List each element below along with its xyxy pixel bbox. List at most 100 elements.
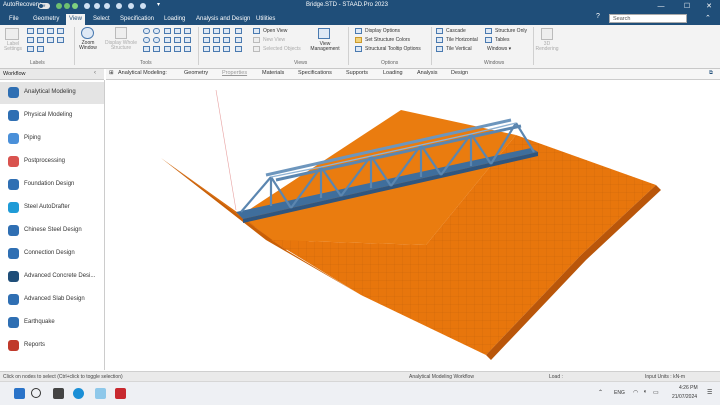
workflow-item-connection-design[interactable]: Connection Design	[0, 243, 104, 265]
node-label-icon[interactable]	[27, 28, 34, 34]
network-icon[interactable]: ◠	[633, 389, 638, 396]
tab-utilities[interactable]: Utilities	[253, 14, 278, 25]
quick-undo-icon[interactable]	[64, 3, 70, 9]
rotate-up-icon[interactable]	[203, 28, 210, 34]
view-top-icon[interactable]	[184, 28, 191, 34]
magnify-icon[interactable]	[153, 46, 160, 52]
plate-label-icon[interactable]	[47, 28, 54, 34]
notification-icon[interactable]: ☰	[707, 389, 712, 396]
quick-settings-icon[interactable]	[116, 3, 122, 9]
rotate-left-icon[interactable]	[223, 28, 230, 34]
view-from-plus-z-icon[interactable]	[235, 37, 242, 43]
redo-view-icon[interactable]	[223, 46, 230, 52]
quick-save-icon[interactable]	[56, 3, 62, 9]
tables-button[interactable]: Tables	[495, 37, 509, 43]
search-icon[interactable]	[31, 388, 41, 398]
zoom-previous-icon[interactable]	[153, 37, 160, 43]
task-view-icon[interactable]	[53, 388, 64, 399]
tab-analysis-page[interactable]: Analysis	[417, 70, 437, 76]
axis-label-icon[interactable]	[27, 37, 34, 43]
beam-label-icon[interactable]	[37, 28, 44, 34]
tab-file[interactable]: File	[6, 14, 22, 25]
workflow-item-chinese-steel-design[interactable]: Chinese Steel Design	[0, 220, 104, 242]
clock-time[interactable]: 4:26 PM	[679, 385, 698, 391]
quick-open-icon[interactable]	[94, 3, 100, 9]
rotate-right-icon[interactable]	[203, 37, 210, 43]
structural-tooltip-options-button[interactable]: Structural Tooltip Options	[365, 46, 421, 52]
tab-properties-page[interactable]: Properties	[222, 70, 247, 76]
view-back-icon[interactable]	[174, 28, 181, 34]
label-settings-button[interactable]: Label Settings	[3, 42, 23, 52]
tab-analysis-and-design[interactable]: Analysis and Design	[193, 14, 253, 25]
view-plan-icon[interactable]	[174, 46, 181, 52]
workflow-item-physical-modeling[interactable]: Physical Modeling	[0, 105, 104, 127]
customize-qa-icon[interactable]: ▾	[157, 1, 160, 8]
structure-only-button[interactable]: Structure Only	[495, 28, 527, 34]
spin-left-icon[interactable]	[213, 37, 220, 43]
workflow-item-earthquake[interactable]: Earthquake	[0, 312, 104, 334]
spin-right-icon[interactable]	[223, 37, 230, 43]
new-view-button[interactable]: New View	[263, 37, 285, 43]
status-units[interactable]: Input Units : kN-m	[645, 374, 685, 380]
workflow-collapse-icon[interactable]: ‹	[94, 70, 96, 76]
set-structure-colors-button[interactable]: Set Structure Colors	[365, 37, 410, 43]
view-front-icon[interactable]	[164, 28, 171, 34]
model-viewport[interactable]	[106, 80, 720, 370]
zoom-in-icon[interactable]	[143, 28, 150, 34]
cascade-button[interactable]: Cascade	[446, 28, 466, 34]
tile-horizontal-button[interactable]: Tile Horizontal	[446, 37, 478, 43]
minimize-button[interactable]: —	[654, 1, 668, 12]
open-view-button[interactable]: Open View	[263, 28, 287, 34]
tab-view[interactable]: View	[66, 14, 85, 25]
tab-specification[interactable]: Specification	[117, 14, 157, 25]
start-icon[interactable]	[14, 388, 25, 399]
selected-objects-button[interactable]: Selected Objects	[263, 46, 301, 52]
quick-new-icon[interactable]	[104, 3, 110, 9]
edge-icon[interactable]	[73, 388, 84, 399]
battery-icon[interactable]: ▭	[653, 389, 659, 396]
view-bottom-icon[interactable]	[164, 37, 171, 43]
section-label-icon[interactable]	[37, 37, 44, 43]
workflow-item-advanced-concrete-design[interactable]: Advanced Concrete Desi...	[0, 266, 104, 288]
load-label-icon[interactable]	[27, 46, 34, 52]
view-from-plus-x-icon[interactable]	[235, 46, 242, 52]
rotate-down-icon[interactable]	[213, 28, 220, 34]
workflow-item-advanced-slab-design[interactable]: Advanced Slab Design	[0, 289, 104, 311]
maximize-button[interactable]: ☐	[680, 1, 694, 12]
language-indicator[interactable]: ENG	[614, 390, 625, 396]
quick-print-icon[interactable]	[84, 3, 90, 9]
view-right-icon[interactable]	[184, 37, 191, 43]
workflow-item-postprocessing[interactable]: Postprocessing	[0, 151, 104, 173]
close-button[interactable]: ✕	[702, 1, 716, 12]
dimension-label-icon[interactable]	[37, 46, 44, 52]
zoom-out-icon[interactable]	[143, 37, 150, 43]
tab-materials-page[interactable]: Materials	[262, 70, 284, 76]
display-whole-structure-button[interactable]: Display Whole Structure	[102, 41, 140, 51]
pan-icon[interactable]	[143, 46, 150, 52]
view-left-icon[interactable]	[174, 37, 181, 43]
workflow-item-analytical-modeling[interactable]: Analytical Modeling	[0, 82, 104, 104]
tab-select[interactable]: Select	[90, 14, 113, 25]
workflow-item-reports[interactable]: Reports	[0, 335, 104, 357]
tab-specifications-page[interactable]: Specifications	[298, 70, 332, 76]
tile-vertical-button[interactable]: Tile Vertical	[446, 46, 472, 52]
zoom-window-button[interactable]: Zoom Window	[77, 41, 99, 51]
material-label-icon[interactable]	[47, 37, 54, 43]
view-elevation-icon[interactable]	[184, 46, 191, 52]
view-from-plus-y-icon[interactable]	[235, 28, 242, 34]
display-options-button[interactable]: Display Options	[365, 28, 400, 34]
workflow-item-steel-autodrafter[interactable]: Steel AutoDrafter	[0, 197, 104, 219]
tab-design-page[interactable]: Design	[451, 70, 468, 76]
tab-geometry-page[interactable]: Geometry	[184, 70, 208, 76]
volume-icon[interactable]: ◖	[643, 389, 647, 395]
pdf-reader-icon[interactable]	[115, 388, 126, 399]
view-management-button[interactable]: View Management	[307, 42, 343, 52]
rendering-button[interactable]: 3D Rendering	[534, 42, 560, 52]
tab-loading[interactable]: Loading	[161, 14, 188, 25]
workflow-item-piping[interactable]: Piping	[0, 128, 104, 150]
clock-date[interactable]: 21/07/2024	[672, 394, 697, 400]
refresh-view-icon[interactable]	[203, 46, 210, 52]
search-input[interactable]: Search	[609, 14, 687, 23]
tab-loading-page[interactable]: Loading	[383, 70, 403, 76]
ribbon-collapse-icon[interactable]: ⌃	[705, 14, 711, 22]
